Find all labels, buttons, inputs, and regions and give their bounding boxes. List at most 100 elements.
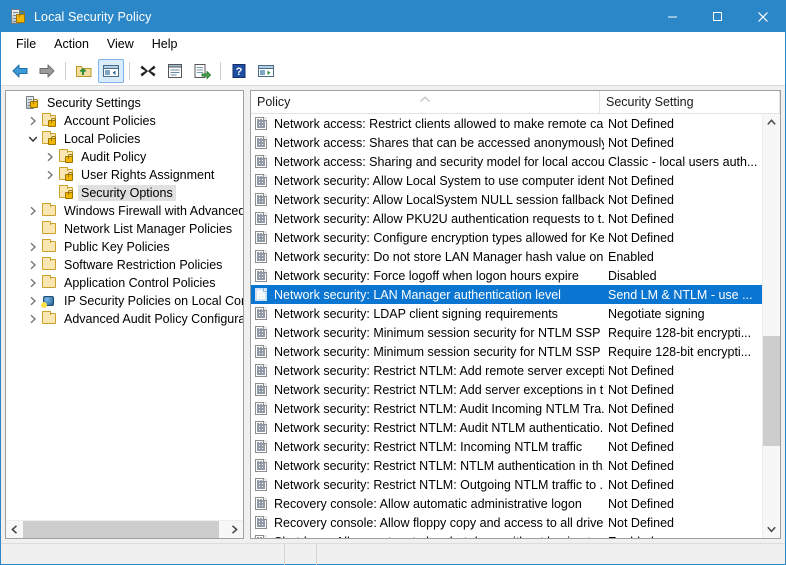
tree-item-windows-firewall-with-advanced-secu[interactable]: Windows Firewall with Advanced Secu [6, 202, 243, 220]
chevron-right-icon[interactable] [25, 293, 41, 309]
chevron-right-icon[interactable] [25, 275, 41, 291]
policy-row[interactable]: Network security: Restrict NTLM: Outgoin… [251, 475, 763, 494]
tree-item-application-control-policies[interactable]: Application Control Policies [6, 274, 243, 292]
tree-item-account-policies[interactable]: Account Policies [6, 112, 243, 130]
policy-row[interactable]: Network access: Restrict clients allowed… [251, 114, 763, 133]
policy-row[interactable]: Network security: Allow LocalSystem NULL… [251, 190, 763, 209]
tree-horizontal-scrollbar[interactable] [6, 520, 243, 538]
policy-row[interactable]: Network security: Minimum session securi… [251, 342, 763, 361]
chevron-right-icon[interactable] [25, 113, 41, 129]
list-scroll-thumb[interactable] [763, 336, 780, 446]
policy-row[interactable]: Network access: Shares that can be acces… [251, 133, 763, 152]
console-tree[interactable]: Security Settings Account Policies Local P… [6, 91, 243, 520]
show-hide-console-tree-button[interactable] [98, 59, 124, 83]
menu-view[interactable]: View [98, 34, 143, 54]
tree-item-security-options[interactable]: Security Options [6, 184, 243, 202]
tree-item-security-settings[interactable]: Security Settings [6, 94, 243, 112]
policy-row[interactable]: Network security: Restrict NTLM: NTLM au… [251, 456, 763, 475]
policy-setting-icon [254, 344, 270, 360]
menu-help[interactable]: Help [143, 34, 187, 54]
status-segment-left [1, 543, 285, 565]
scroll-left-button[interactable] [6, 521, 23, 538]
policy-list-pane: Policy Security Setting Network access: … [250, 90, 781, 539]
policy-row[interactable]: Network security: Restrict NTLM: Add ser… [251, 380, 763, 399]
tree-scroll-track[interactable] [23, 521, 226, 538]
policy-row[interactable]: Network security: Restrict NTLM: Audit N… [251, 418, 763, 437]
tree-item-advanced-audit-policy-configuration[interactable]: Advanced Audit Policy Configuration [6, 310, 243, 328]
list-scroll-track[interactable] [763, 131, 780, 521]
policy-row[interactable]: Network security: Force logoff when logo… [251, 266, 763, 285]
policy-name-cell: Network security: Force logoff when logo… [274, 268, 579, 283]
policy-setting-icon [254, 173, 270, 189]
policy-row[interactable]: Network security: Do not store LAN Manag… [251, 247, 763, 266]
tree-item-user-rights-assignment[interactable]: User Rights Assignment [6, 166, 243, 184]
policy-setting-icon [254, 325, 270, 341]
tree-item-software-restriction-policies[interactable]: Software Restriction Policies [6, 256, 243, 274]
column-header-security-setting[interactable]: Security Setting [600, 91, 780, 113]
policy-row[interactable]: Recovery console: Allow floppy copy and … [251, 513, 763, 532]
tree-item-network-list-manager-policies[interactable]: Network List Manager Policies [6, 220, 243, 238]
policy-row[interactable]: Network security: Restrict NTLM: Incomin… [251, 437, 763, 456]
policy-row[interactable]: Shutdown: Allow system to be shut down w… [251, 532, 763, 538]
close-button[interactable] [740, 1, 785, 32]
policy-name-cell: Network security: LDAP client signing re… [274, 306, 558, 321]
policy-row[interactable]: Network security: Configure encryption t… [251, 228, 763, 247]
policy-row[interactable]: Network security: Restrict NTLM: Audit I… [251, 399, 763, 418]
security-setting-cell: Disabled [608, 268, 657, 283]
up-one-level-button[interactable] [71, 59, 97, 83]
toolbar-separator [65, 62, 66, 80]
ip-security-icon [41, 293, 57, 309]
policy-setting-icon [254, 268, 270, 284]
scroll-right-button[interactable] [226, 521, 243, 538]
policy-row[interactable]: Network security: Allow PKU2U authentica… [251, 209, 763, 228]
show-hide-action-pane-button[interactable] [253, 59, 279, 83]
menu-file[interactable]: File [7, 34, 45, 54]
policy-row[interactable]: Network security: LDAP client signing re… [251, 304, 763, 323]
maximize-button[interactable] [695, 1, 740, 32]
list-vertical-scrollbar[interactable] [762, 114, 780, 538]
menu-action[interactable]: Action [45, 34, 98, 54]
tree-item-label: Account Policies [64, 114, 156, 128]
help-button[interactable]: ? [226, 59, 252, 83]
policy-row[interactable]: Network security: Allow Local System to … [251, 171, 763, 190]
chevron-right-icon[interactable] [25, 239, 41, 255]
scroll-up-button[interactable] [763, 114, 780, 131]
tree-item-label: Security Options [78, 185, 176, 201]
tree-item-ip-security-policies-on-local-compute[interactable]: IP Security Policies on Local Compute [6, 292, 243, 310]
forward-button[interactable] [34, 59, 60, 83]
policy-row[interactable]: Network access: Sharing and security mod… [251, 152, 763, 171]
window-controls [650, 1, 785, 32]
tree-item-public-key-policies[interactable]: Public Key Policies [6, 238, 243, 256]
scroll-down-button[interactable] [763, 521, 780, 538]
chevron-right-icon[interactable] [42, 167, 58, 183]
back-button[interactable] [7, 59, 33, 83]
policy-setting-icon [254, 534, 270, 538]
properties-button[interactable] [162, 59, 188, 83]
folder-icon [41, 257, 57, 273]
chevron-right-icon[interactable] [42, 149, 58, 165]
policy-row[interactable]: Network security: LAN Manager authentica… [251, 285, 763, 304]
policy-setting-icon [254, 287, 270, 303]
folder-icon [41, 221, 57, 237]
policy-name-cell: Network security: Minimum session securi… [274, 344, 604, 359]
tree-item-label: IP Security Policies on Local Compute [64, 294, 243, 308]
tree-scroll-thumb[interactable] [23, 521, 219, 538]
folder-icon [41, 203, 57, 219]
policy-row[interactable]: Recovery console: Allow automatic admini… [251, 494, 763, 513]
policy-row[interactable]: Network security: Restrict NTLM: Add rem… [251, 361, 763, 380]
export-list-button[interactable] [189, 59, 215, 83]
chevron-down-icon[interactable] [25, 131, 41, 147]
delete-button[interactable] [135, 59, 161, 83]
tree-item-local-policies[interactable]: Local Policies [6, 130, 243, 148]
chevron-right-icon[interactable] [25, 203, 41, 219]
policy-setting-icon [254, 306, 270, 322]
chevron-right-icon[interactable] [25, 257, 41, 273]
column-header-policy-label: Policy [257, 95, 291, 109]
column-header-policy[interactable]: Policy [251, 91, 600, 113]
minimize-button[interactable] [650, 1, 695, 32]
chevron-right-icon[interactable] [25, 311, 41, 327]
security-setting-cell: Not Defined [608, 515, 675, 530]
list-body[interactable]: Network access: Restrict clients allowed… [251, 114, 780, 538]
tree-item-audit-policy[interactable]: Audit Policy [6, 148, 243, 166]
policy-row[interactable]: Network security: Minimum session securi… [251, 323, 763, 342]
